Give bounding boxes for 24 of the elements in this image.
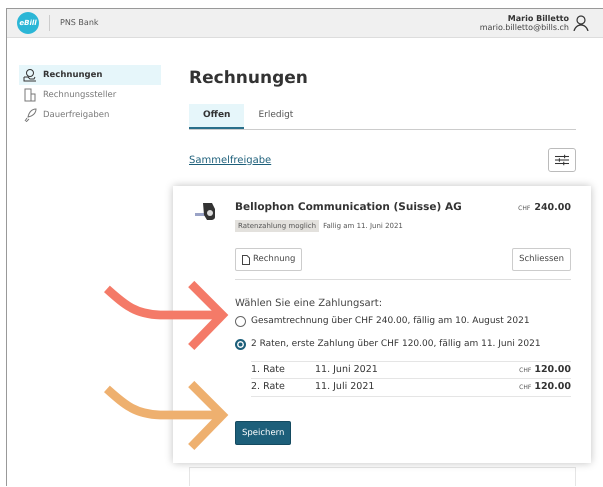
installment-date: 11. Juni 2021 (315, 363, 379, 377)
bill-amount: 240.00 (534, 201, 571, 215)
tab[interactable]: Offen (189, 104, 244, 129)
installment-amount: 120.00 (534, 363, 571, 377)
tab[interactable]: Erledigt (244, 104, 308, 129)
user-name: Mario Billetto (506, 14, 569, 23)
company-name: Bellophon Communication (Suisse) AG (235, 200, 462, 215)
bank-name: PNS Bank (60, 17, 99, 29)
sidebar-item[interactable]: Rechnungen (19, 65, 161, 85)
invoice-button[interactable]: Rechnung (235, 248, 302, 271)
installment-label: 1. Rate (251, 363, 286, 377)
payment-option[interactable]: 2 Raten, erste Zahlung über CHF 120.00, fällig am 11. Juni 2021 (235, 338, 571, 351)
sidebar-item[interactable]: Rechnungssteller (19, 85, 161, 105)
page-title: Rechnungen (189, 67, 309, 90)
user-email: mario.billetto@bills.ch (480, 23, 569, 32)
installment-date: 11. Juli 2021 (315, 380, 376, 394)
payment-prompt: Wählen Sie eine Zahlungsart: (235, 297, 384, 311)
bulk-approval-link[interactable]: Sammelfreigabe (189, 152, 272, 168)
sidebar-item[interactable]: Dauerfreigaben (19, 105, 161, 125)
save-button[interactable]: Speichern (235, 420, 292, 446)
payment-option[interactable]: Gesamtrechnung über CHF 240.00, fällig am 10. August 2021 (235, 315, 571, 328)
close-button[interactable]: Schliessen (512, 248, 571, 271)
installment-amount: 120.00 (534, 380, 571, 394)
installment-label: 2. Rate (251, 380, 286, 394)
